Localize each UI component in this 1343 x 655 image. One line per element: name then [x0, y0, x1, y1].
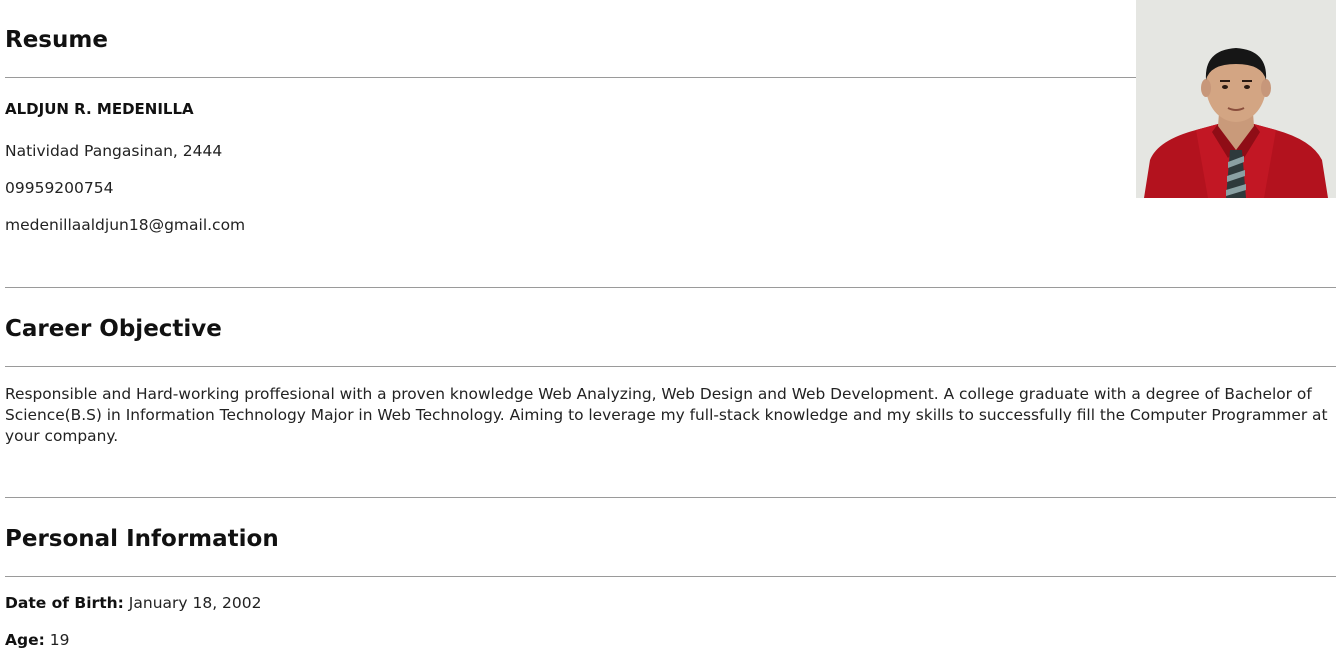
- divider: [5, 77, 1136, 78]
- age-label: Age:: [5, 631, 45, 649]
- applicant-name: ALDJUN R. MEDENILLA: [5, 100, 194, 118]
- career-objective-text: Responsible and Hard-working proffesiona…: [5, 385, 1328, 445]
- divider: [5, 497, 1336, 498]
- phone-text: 09959200754: [5, 179, 114, 197]
- profile-photo: [1136, 0, 1336, 198]
- age-row: Age: 19: [5, 631, 70, 649]
- profile-photo-image: [1136, 0, 1336, 198]
- date-of-birth-row: Date of Birth: January 18, 2002: [5, 594, 262, 612]
- address-text: Natividad Pangasinan, 2444: [5, 142, 223, 160]
- divider: [5, 576, 1336, 577]
- date-of-birth-value: January 18, 2002: [128, 594, 262, 612]
- date-of-birth-label: Date of Birth:: [5, 594, 124, 612]
- age-value: 19: [49, 631, 70, 649]
- resume-page: Resume ALDJUN R. MEDENILLA Natividad Pan…: [0, 0, 1343, 655]
- personal-information-heading: Personal Information: [5, 526, 279, 552]
- email-text: medenillaaldjun18@gmail.com: [5, 216, 246, 234]
- divider: [5, 287, 1336, 288]
- career-objective-heading: Career Objective: [5, 316, 222, 342]
- divider: [5, 366, 1336, 367]
- resume-title: Resume: [5, 27, 108, 53]
